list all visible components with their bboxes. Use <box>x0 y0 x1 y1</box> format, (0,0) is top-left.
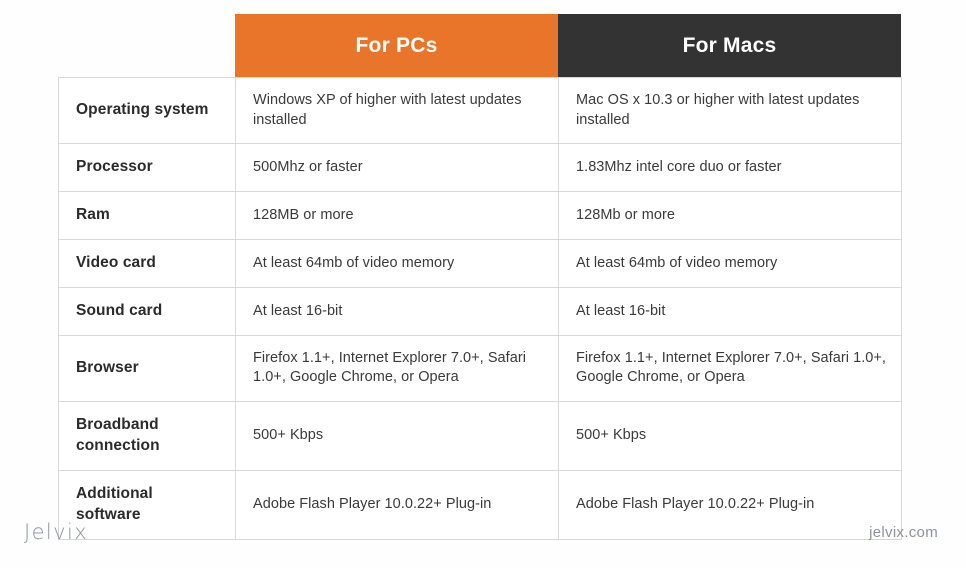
header-empty-corner <box>58 14 235 77</box>
row-pc-value: At least 16-bit <box>253 302 343 319</box>
page-root: For PCs For Macs Operating system Window… <box>0 0 966 568</box>
row-pc-cell: 128MB or more <box>235 191 559 240</box>
table-row: Ram 128MB or more 128Mb or more <box>58 191 902 240</box>
row-label: Video card <box>76 253 156 271</box>
row-mac-cell: At least 64mb of video memory <box>558 238 902 288</box>
row-label-cell: Ram <box>58 191 236 240</box>
row-label: Broadband connection <box>76 415 160 454</box>
row-mac-value: 1.83Mhz intel core duo or faster <box>576 158 782 175</box>
row-mac-cell: 500+ Kbps <box>558 400 902 471</box>
row-label: Browser <box>76 358 139 376</box>
table-body: Operating system Windows XP of higher wi… <box>58 76 902 540</box>
row-pc-value: Windows XP of higher with latest updates… <box>253 92 522 128</box>
row-pc-cell: Firefox 1.1+, Internet Explorer 7.0+, Sa… <box>235 334 559 402</box>
table-header-row: For PCs For Macs <box>58 14 901 77</box>
row-mac-value: Firefox 1.1+, Internet Explorer 7.0+, Sa… <box>576 349 886 386</box>
table-row: Sound card At least 16-bit At least 16-b… <box>58 286 902 336</box>
row-mac-cell: At least 16-bit <box>558 286 902 336</box>
row-pc-value: At least 64mb of video memory <box>253 254 455 271</box>
row-pc-value: 500Mhz or faster <box>253 158 363 175</box>
table-row: Operating system Windows XP of higher wi… <box>58 76 902 145</box>
row-mac-value: Mac OS x 10.3 or higher with latest upda… <box>576 92 860 128</box>
row-label: Processor <box>76 158 153 176</box>
row-label-cell: Sound card <box>58 286 236 336</box>
row-mac-cell: 1.83Mhz intel core duo or faster <box>558 143 902 193</box>
row-label-cell: Browser <box>58 334 236 402</box>
row-pc-cell: 500Mhz or faster <box>235 143 559 193</box>
row-label: Ram <box>76 206 110 224</box>
row-mac-cell: Firefox 1.1+, Internet Explorer 7.0+, Sa… <box>558 334 902 402</box>
jelvix-logo: Jelvix <box>24 520 89 544</box>
table-row: Video card At least 64mb of video memory… <box>58 238 902 288</box>
table-row: Processor 500Mhz or faster 1.83Mhz intel… <box>58 143 902 193</box>
row-mac-value: At least 16-bit <box>576 302 666 319</box>
row-pc-value: Firefox 1.1+, Internet Explorer 7.0+, Sa… <box>253 349 527 386</box>
row-label-cell: Video card <box>58 238 236 288</box>
row-label: Operating system <box>76 101 209 119</box>
row-pc-value: 128MB or more <box>253 206 354 223</box>
table-row: Broadband connection 500+ Kbps 500+ Kbps <box>58 400 902 471</box>
row-mac-cell: 128Mb or more <box>558 191 902 240</box>
row-pc-cell: At least 64mb of video memory <box>235 238 559 288</box>
row-mac-value: 128Mb or more <box>576 206 675 223</box>
footer: Jelvix jelvix.com <box>0 512 966 558</box>
row-pc-cell: Windows XP of higher with latest updates… <box>235 76 559 145</box>
requirements-table: Operating system Windows XP of higher wi… <box>58 76 902 540</box>
website-url: jelvix.com <box>869 524 938 541</box>
row-label-cell: Broadband connection <box>58 400 236 471</box>
row-label: Sound card <box>76 301 163 319</box>
row-mac-value: At least 64mb of video memory <box>576 254 778 271</box>
row-pc-cell: At least 16-bit <box>235 286 559 336</box>
row-pc-cell: 500+ Kbps <box>235 400 559 471</box>
row-label-cell: Processor <box>58 143 236 193</box>
row-mac-cell: Mac OS x 10.3 or higher with latest upda… <box>558 76 902 145</box>
row-pc-value: 500+ Kbps <box>253 427 324 444</box>
column-header-macs: For Macs <box>558 14 901 77</box>
table-row: Browser Firefox 1.1+, Internet Explorer … <box>58 334 902 402</box>
row-mac-value: 500+ Kbps <box>576 427 647 444</box>
column-header-pcs: For PCs <box>235 14 558 77</box>
row-label-cell: Operating system <box>58 76 236 145</box>
